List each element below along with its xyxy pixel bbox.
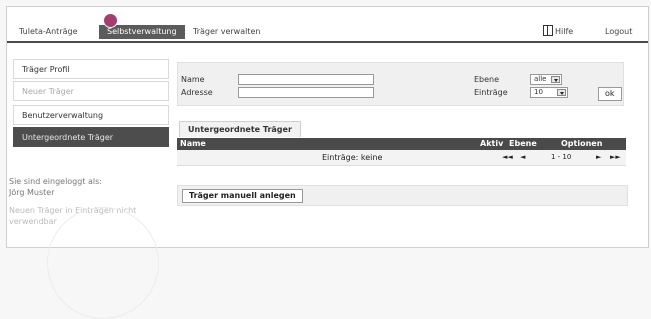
help-book-icon[interactable] [543,25,553,36]
sidebar-item-label: Neuer Träger [22,87,74,96]
column-options: Optionen [561,139,603,148]
sidebar-note-continued: verwendbar [9,217,57,226]
dropdown-arrow-icon [551,76,560,83]
add-traeger-button[interactable]: Träger manuell anlegen [182,189,303,203]
dropdown-arrow-icon [557,89,566,96]
column-active[interactable]: Aktiv [480,138,503,150]
login-user-name: Jörg Muster [9,188,55,197]
sidebar-item-label: Träger Profil [22,65,70,74]
sidebar-item-label: Untergeordnete Träger [22,133,114,142]
pager-range: 1 - 10 [551,153,572,161]
entries-select-value: 10 [534,88,543,96]
sidebar-item-traeger-profil[interactable]: Träger Profil [13,59,169,79]
table-row: Einträge: keine ◄◄ ◄ 1 - 10 ► ►► [177,150,626,166]
level-label: Ebene [474,75,500,84]
sidebar-item-label: Benutzerverwaltung [22,111,104,120]
pager-prev-icon[interactable]: ◄ [520,150,525,165]
sidebar-item-benutzerverwaltung[interactable]: Benutzerverwaltung [13,105,169,125]
tab-tuleta-antraege[interactable]: Tuleta-Anträge [11,25,86,39]
tab-traeger-verwalten[interactable]: Träger verwalten [185,25,268,39]
tab-untergeordnete-traeger[interactable]: Untergeordnete Träger [179,121,301,137]
column-name[interactable]: Name [180,138,206,150]
table-header: Name Aktiv Ebene Optionen [177,138,626,150]
ok-button[interactable]: ok [598,87,622,101]
entries-label: Einträge [474,88,508,97]
pager-next-icon[interactable]: ► [596,150,601,165]
nav-divider [7,41,648,43]
address-input[interactable] [238,87,374,98]
help-link[interactable]: Hilfe [555,27,573,36]
name-label: Name [181,75,205,84]
entries-count: Einträge: keine [322,153,383,162]
decorative-circle [47,207,159,319]
app-frame: Tuleta-Anträge Selbstverwaltung Träger v… [6,6,649,319]
column-level[interactable]: Ebene [509,138,537,150]
sidebar-item-untergeordnete-traeger[interactable]: Untergeordnete Träger [13,127,169,147]
login-info-label: Sie sind eingeloggt als: [9,177,103,186]
add-panel: Träger manuell anlegen [177,185,628,206]
level-select-value: alle [534,75,547,83]
entries-select[interactable]: 10 [530,87,568,98]
pager-first-icon[interactable]: ◄◄ [502,150,513,165]
logout-link[interactable]: Logout [605,27,632,36]
sidebar-item-neuer-traeger[interactable]: Neuer Träger [13,81,169,101]
top-navigation: Tuleta-Anträge Selbstverwaltung Träger v… [7,7,648,45]
address-label: Adresse [181,88,213,97]
notification-badge [103,13,118,28]
filter-panel: Name Adresse Ebene alle Einträge 10 ok [177,62,624,106]
pager-last-icon[interactable]: ►► [610,150,621,165]
name-input[interactable] [238,74,374,85]
level-select[interactable]: alle [530,74,562,85]
